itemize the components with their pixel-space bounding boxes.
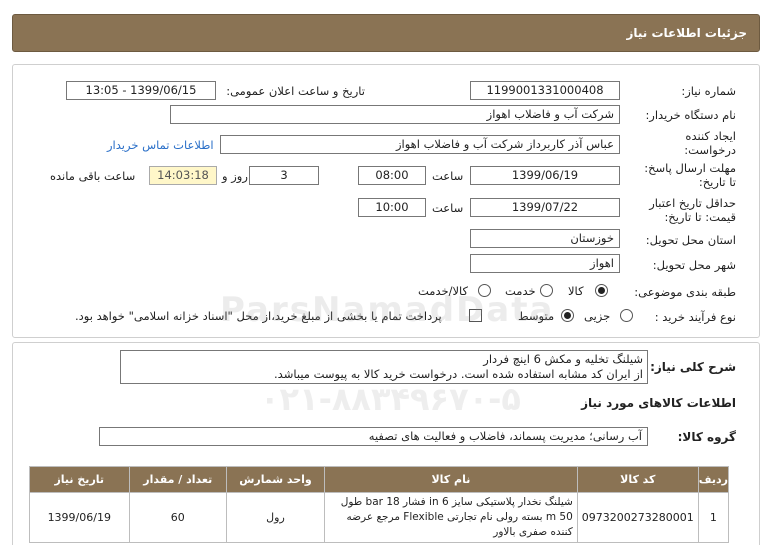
cell-qty: 60 bbox=[128, 492, 227, 543]
goods-group-label: گروه کالا: bbox=[677, 430, 736, 444]
province-label: استان محل تحویل: bbox=[645, 233, 736, 247]
creator-field: عباس آذر کاربرداز شرکت آب و فاضلاب اهواز bbox=[220, 135, 620, 154]
buyer-contact-link[interactable]: اطلاعات تماس خریدار bbox=[107, 138, 214, 152]
validity-date-field: 1399/07/22 bbox=[470, 198, 620, 217]
announce-label: تاریخ و ساعت اعلان عمومی: bbox=[226, 84, 365, 98]
treasury-payment-checkbox[interactable] bbox=[469, 309, 482, 322]
goods-table: ردیف کد کالا نام کالا واحد شمارش تعداد /… bbox=[29, 466, 730, 543]
col-name: نام کالا bbox=[324, 466, 578, 493]
city-field: اهواز bbox=[470, 254, 620, 273]
province-field: خوزستان bbox=[470, 229, 620, 248]
summary-line-1: شیلنگ تخلیه و مکش 6 اینچ فردار bbox=[483, 352, 643, 366]
deadline-label-1: مهلت ارسال پاسخ: bbox=[644, 161, 736, 175]
summary-label: شرح کلی نیاز: bbox=[650, 360, 736, 374]
need-number-label: شماره نیاز: bbox=[681, 84, 736, 98]
process-radio-minor[interactable] bbox=[620, 309, 633, 322]
deadline-time-label: ساعت bbox=[432, 169, 464, 183]
summary-line-2: از ایران کد مشابه استفاده شده است. درخوا… bbox=[274, 367, 643, 381]
category-goods-service-label: کالا/خدمت bbox=[418, 284, 469, 298]
remaining-time-label: ساعت باقی مانده bbox=[50, 169, 136, 183]
summary-description: شیلنگ تخلیه و مکش 6 اینچ فردار از ایران … bbox=[120, 350, 648, 384]
goods-group-field: آب رسانی؛ مدیریت پسماند، فاضلاب و فعالیت… bbox=[99, 427, 648, 446]
process-minor-label: جزیی bbox=[584, 309, 611, 323]
need-number-field: 1199001331000408 bbox=[470, 81, 620, 100]
process-label: نوع فرآیند خرید : bbox=[654, 310, 736, 324]
deadline-date-field: 1399/06/19 bbox=[470, 166, 620, 185]
table-row: 1 0973200273280001 شیلنگ نخدار پلاستیکی … bbox=[29, 492, 730, 543]
cell-row: 1 bbox=[697, 492, 730, 543]
goods-section-title: اطلاعات کالاهای مورد نیاز bbox=[581, 396, 736, 410]
category-radio-service[interactable] bbox=[540, 284, 553, 297]
validity-label-2: قیمت: تا تاریخ: bbox=[664, 210, 736, 224]
announce-field: 1399/06/15 - 13:05 bbox=[66, 81, 216, 100]
cell-name: شیلنگ نخدار پلاستیکی سایز 6 in فشار 18 b… bbox=[324, 492, 578, 543]
creator-label-2: درخواست: bbox=[684, 143, 736, 157]
cell-date: 1399/06/19 bbox=[29, 492, 130, 543]
col-qty: تعداد / مقدار bbox=[128, 466, 227, 493]
validity-label-1: حداقل تاریخ اعتبار bbox=[649, 196, 736, 210]
category-radio-goods-service[interactable] bbox=[478, 284, 491, 297]
remaining-time-field: 14:03:18 bbox=[149, 166, 217, 185]
cell-code: 0973200273280001 bbox=[576, 492, 699, 543]
category-radio-goods[interactable] bbox=[595, 284, 608, 297]
page-title: جزئیات اطلاعات نیاز bbox=[626, 26, 747, 40]
creator-label-1: ایجاد کننده bbox=[685, 129, 736, 143]
cell-unit: رول bbox=[225, 492, 326, 543]
city-label: شهر محل تحویل: bbox=[652, 258, 736, 272]
col-row: ردیف bbox=[697, 466, 730, 493]
page-header: جزئیات اطلاعات نیاز bbox=[12, 14, 760, 52]
validity-time-label: ساعت bbox=[432, 201, 464, 215]
category-goods-label: کالا bbox=[568, 284, 584, 298]
goods-table-header: ردیف کد کالا نام کالا واحد شمارش تعداد /… bbox=[29, 466, 730, 493]
treasury-payment-note: پرداخت تمام یا بخشی از مبلغ خرید،از محل … bbox=[75, 309, 442, 323]
process-radio-medium[interactable] bbox=[561, 309, 574, 322]
days-label: روز و bbox=[222, 169, 248, 183]
days-field: 3 bbox=[249, 166, 319, 185]
col-date: تاریخ نیاز bbox=[29, 466, 130, 493]
process-medium-label: متوسط bbox=[518, 309, 555, 323]
validity-time-field: 10:00 bbox=[358, 198, 426, 217]
deadline-time-field: 08:00 bbox=[358, 166, 426, 185]
deadline-label-2: تا تاریخ: bbox=[698, 175, 736, 189]
category-label: طبقه بندی موضوعی: bbox=[634, 285, 736, 299]
col-code: کد کالا bbox=[576, 466, 699, 493]
buyer-org-field: شرکت آب و فاضلاب اهواز bbox=[170, 105, 620, 124]
buyer-org-label: نام دستگاه خریدار: bbox=[645, 108, 736, 122]
col-unit: واحد شمارش bbox=[225, 466, 326, 493]
category-service-label: خدمت bbox=[505, 284, 536, 298]
